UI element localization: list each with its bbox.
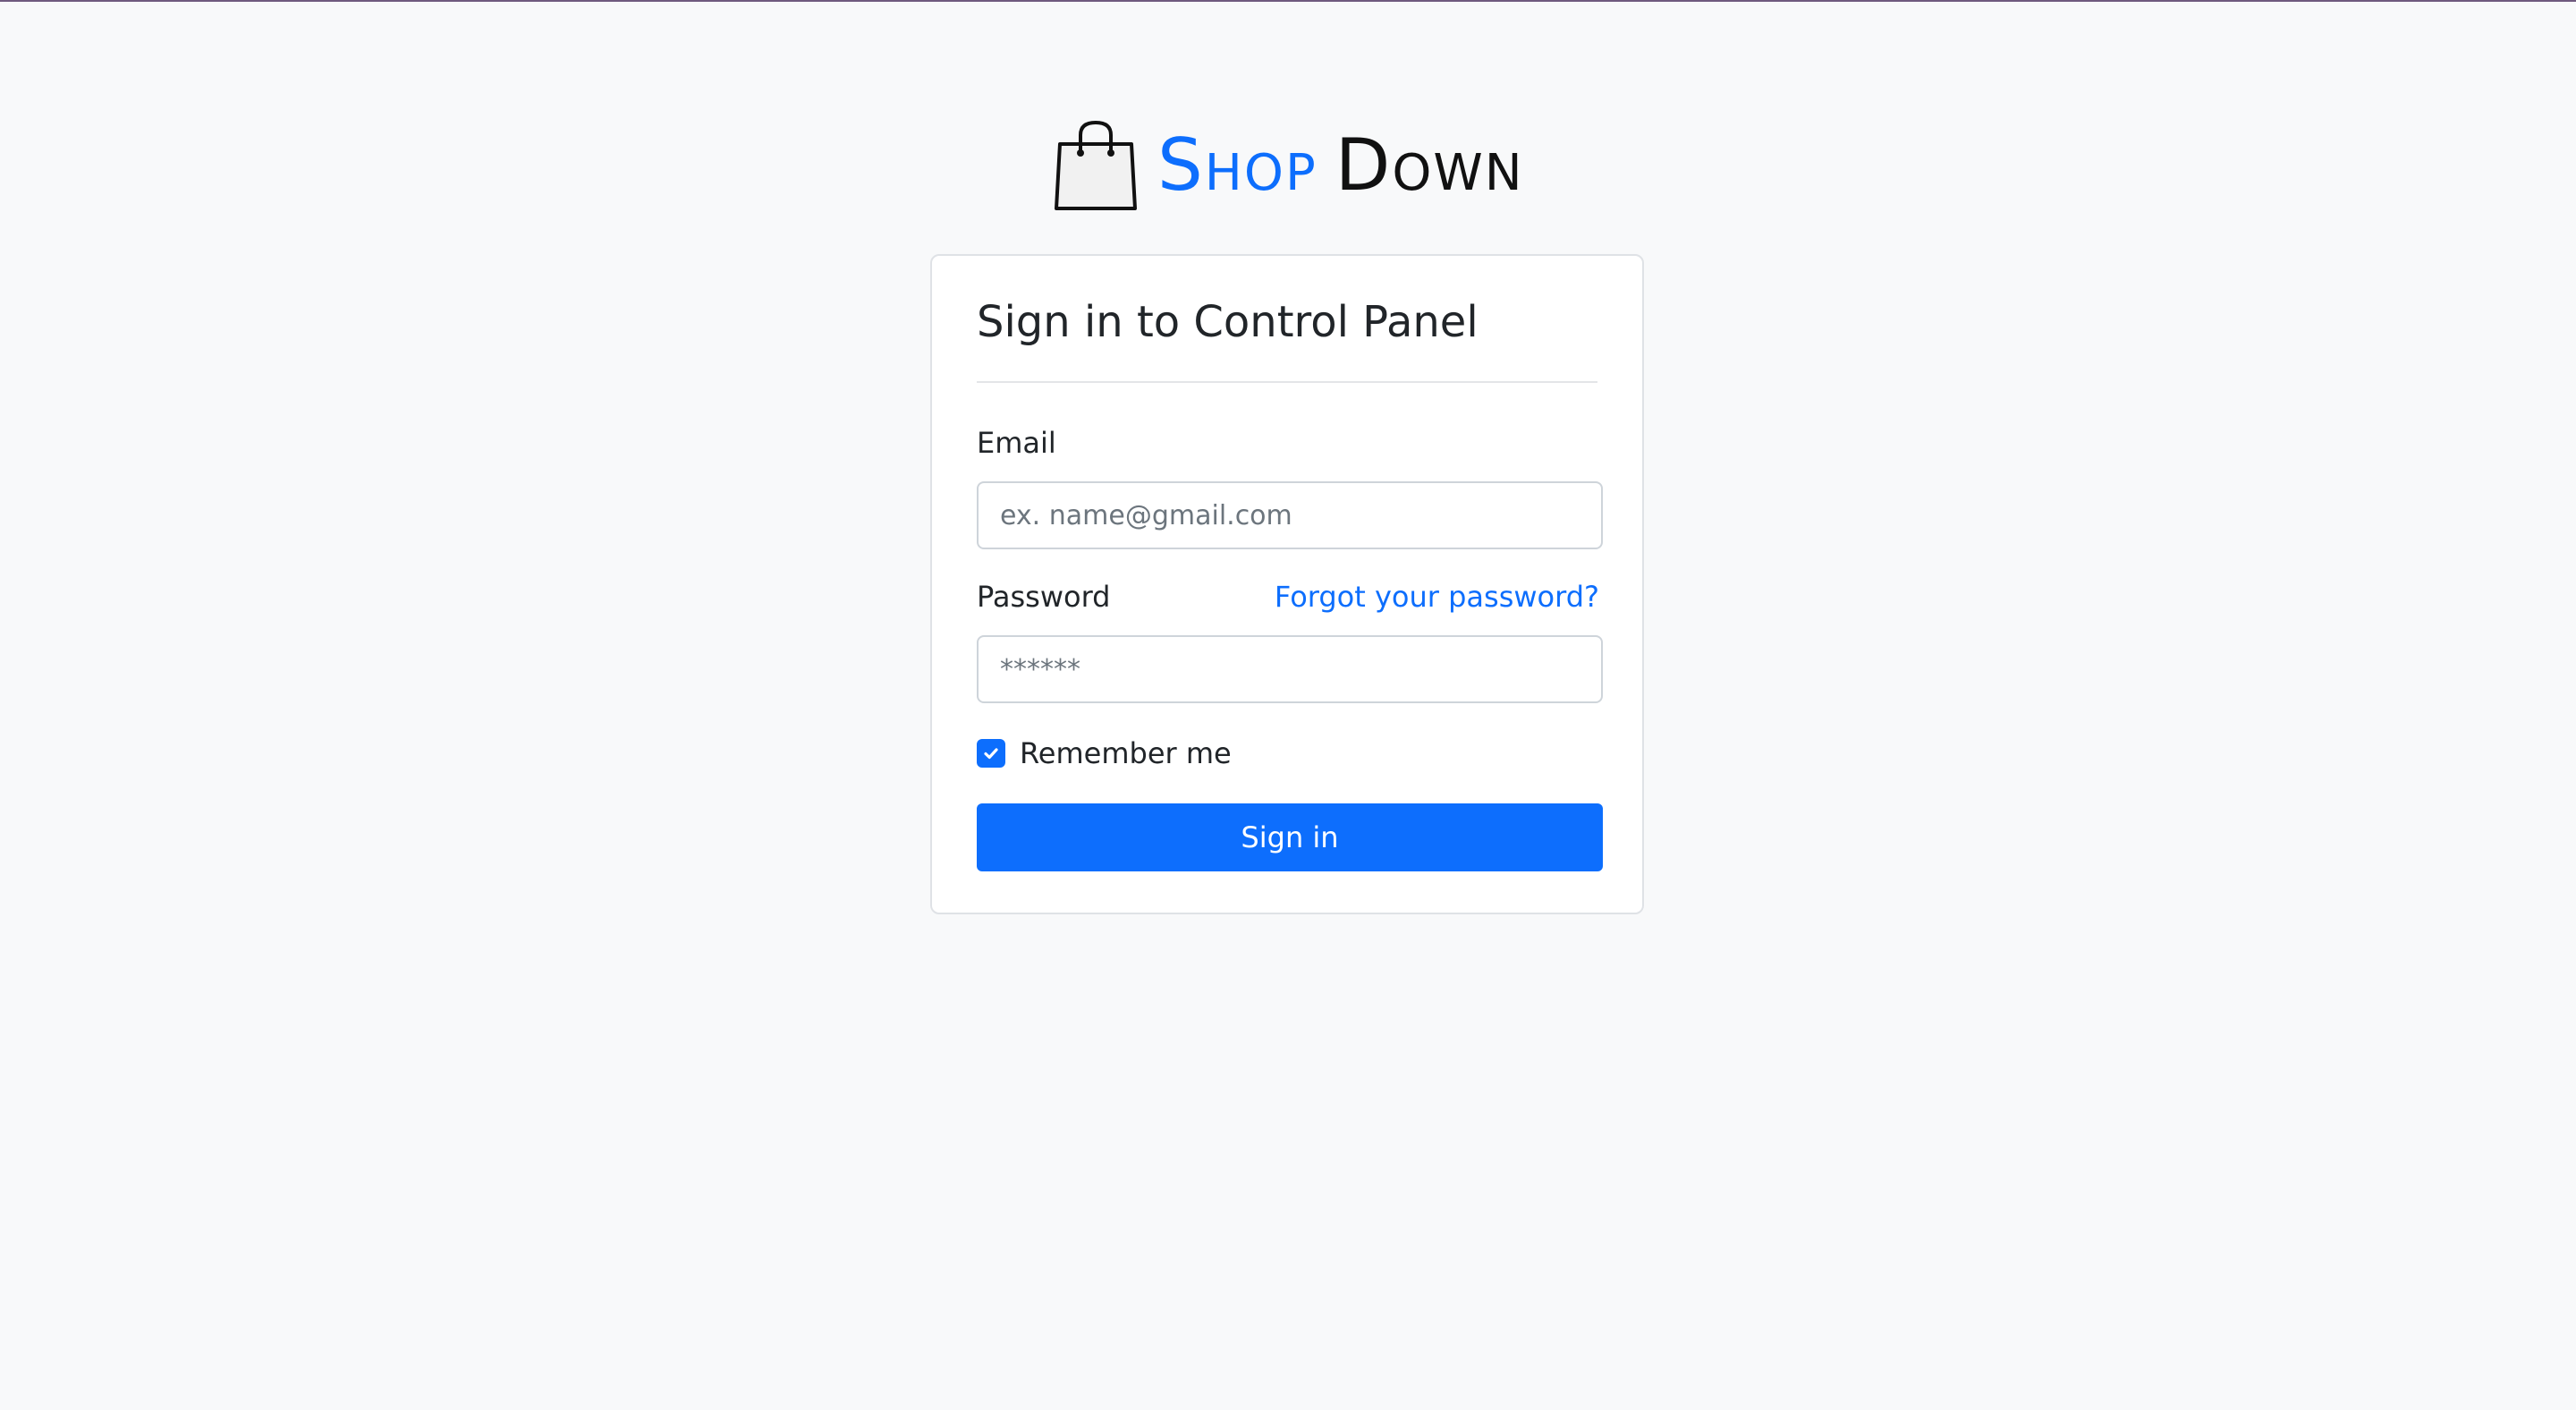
email-input[interactable] — [977, 481, 1603, 549]
sign-in-button[interactable]: Sign in — [977, 803, 1603, 871]
signin-title: Sign in to Control Panel — [977, 297, 1479, 347]
brand-name-down: Down — [1335, 123, 1524, 207]
shopping-bag-icon — [1055, 120, 1137, 210]
signin-card: Sign in to Control Panel Email Password … — [930, 254, 1644, 914]
password-input[interactable] — [977, 635, 1603, 703]
check-icon — [984, 748, 998, 760]
brand-name-shop: Shop — [1157, 123, 1318, 207]
email-label: Email — [977, 426, 1056, 460]
password-label: Password — [977, 580, 1111, 614]
brand-name: Shop Down — [1157, 130, 1524, 201]
remember-me-checkbox[interactable] — [977, 739, 1005, 768]
remember-me-label[interactable]: Remember me — [1020, 739, 1232, 768]
forgot-password-link[interactable]: Forgot your password? — [1275, 580, 1599, 614]
remember-me-row: Remember me — [977, 737, 1232, 769]
title-divider — [977, 381, 1597, 383]
brand-logo: Shop Down — [1054, 116, 1524, 215]
